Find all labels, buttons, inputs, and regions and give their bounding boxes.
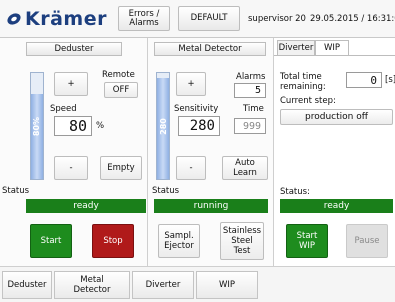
nav-metal-detector[interactable]: Metal Detector — [54, 271, 130, 299]
metal-detector-panel: Metal Detector 280 + Alarms 5 Sensitivit… — [148, 38, 274, 266]
remote-toggle[interactable]: OFF — [104, 82, 138, 98]
metal-detector-level-text: 280 — [158, 117, 168, 135]
tab-wip[interactable]: WIP — [315, 40, 349, 55]
logo-swirl-icon — [7, 13, 21, 25]
deduster-status-indicator: ready — [26, 199, 146, 213]
deduster-stop-button[interactable]: Stop — [92, 224, 134, 258]
stainless-steel-test-button[interactable]: Stainless Steel Test — [220, 222, 264, 260]
bottom-nav: Deduster Metal Detector Diverter WIP — [0, 266, 395, 302]
speed-unit: % — [96, 121, 105, 131]
sensitivity-label: Sensitivity — [174, 104, 219, 114]
deduster-start-button[interactable]: Start — [30, 224, 72, 258]
wip-status-label: Status: — [280, 187, 310, 197]
metal-detector-title: Metal Detector — [154, 42, 266, 56]
alarms-display: 5 — [234, 83, 266, 98]
alarms-label: Alarms — [236, 72, 266, 82]
speed-display: 80 — [54, 116, 92, 136]
nav-deduster[interactable]: Deduster — [2, 271, 52, 299]
header-bar: Krämer Errors / Alarms DEFAULT superviso… — [0, 0, 395, 38]
errors-alarms-button[interactable]: Errors / Alarms — [118, 6, 170, 31]
metal-detector-plus-button[interactable]: + — [176, 72, 206, 96]
remote-label: Remote — [102, 70, 135, 80]
sampl-ejector-button[interactable]: Sampl. Ejector — [158, 224, 200, 258]
speed-label: Speed — [50, 104, 77, 114]
kramer-logo: Krämer — [6, 7, 107, 31]
deduster-status-label: Status — [2, 186, 30, 196]
wip-status-indicator: ready — [280, 199, 393, 213]
total-time-label: Total time remaining: — [280, 72, 326, 92]
metal-detector-minus-button[interactable]: - — [176, 156, 206, 180]
metal-detector-level-bar: 280 — [156, 72, 170, 180]
start-wip-button[interactable]: Start WIP — [286, 224, 328, 258]
current-step-value: production off — [280, 109, 393, 125]
total-time-display: 0 — [346, 72, 382, 88]
total-time-unit: [s] — [385, 75, 395, 85]
deduster-minus-button[interactable]: - — [54, 156, 88, 180]
pause-button[interactable]: Pause — [346, 224, 388, 258]
current-step-label: Current step: — [280, 96, 336, 106]
user-label: supervisor 20 — [248, 13, 306, 24]
recipe-button[interactable]: DEFAULT — [178, 6, 240, 31]
metal-detector-status-label: Status — [152, 186, 180, 196]
deduster-plus-button[interactable]: + — [54, 72, 88, 96]
metal-detector-status-indicator: running — [154, 199, 268, 213]
deduster-level-text: 80% — [32, 116, 42, 136]
deduster-title: Deduster — [26, 42, 122, 56]
deduster-level-bar: 80% — [30, 72, 44, 180]
datetime-label: 29.05.2015 / 16:31:03 — [310, 13, 395, 24]
nav-wip[interactable]: WIP — [196, 271, 258, 299]
time-label: Time — [243, 104, 264, 114]
auto-learn-button[interactable]: Auto Learn — [222, 156, 268, 180]
tab-diverter[interactable]: Diverter — [277, 40, 315, 55]
deduster-panel: Deduster 80% + Remote OFF Speed 80 % - E… — [0, 38, 148, 266]
diverter-wip-panel: Diverter WIP Total time remaining: 0 [s]… — [274, 38, 395, 266]
brand-name: Krämer — [25, 8, 107, 30]
tab-divider — [274, 55, 395, 56]
sensitivity-display: 280 — [178, 116, 220, 136]
empty-button[interactable]: Empty — [100, 156, 142, 180]
nav-diverter[interactable]: Diverter — [132, 271, 194, 299]
time-display: 999 — [234, 118, 266, 134]
